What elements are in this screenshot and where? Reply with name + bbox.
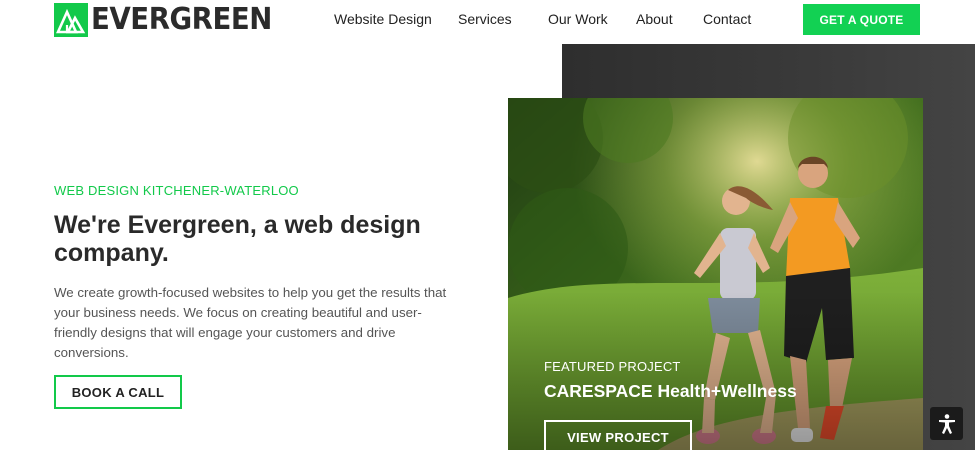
hero-eyebrow: WEB DESIGN KITCHENER-WATERLOO [54,183,299,198]
book-a-call-button[interactable]: BOOK A CALL [54,375,182,409]
nav-website-design[interactable]: Website Design [334,11,432,27]
accessibility-button[interactable] [930,407,963,440]
brand-logo[interactable]: EVERGREEN [54,3,288,37]
brand-name: EVERGREEN [91,2,272,37]
nav-about[interactable]: About [636,11,673,27]
accessibility-icon [938,413,955,434]
nav-services[interactable]: Services [458,11,512,27]
nav-contact[interactable]: Contact [703,11,751,27]
hero-headline: We're Evergreen, a web design company. [54,211,421,267]
nav-our-work[interactable]: Our Work [548,11,608,27]
featured-project-card[interactable]: FEATURED PROJECT CARESPACE Health+Wellne… [508,98,923,450]
get-a-quote-button[interactable]: GET A QUOTE [803,4,920,35]
view-project-button[interactable]: VIEW PROJECT [544,420,692,450]
featured-title: CARESPACE Health+Wellness [544,381,797,401]
hero-description: We create growth-focused websites to hel… [54,285,447,360]
tree-logo-icon [54,3,88,37]
featured-label: FEATURED PROJECT [544,359,681,374]
